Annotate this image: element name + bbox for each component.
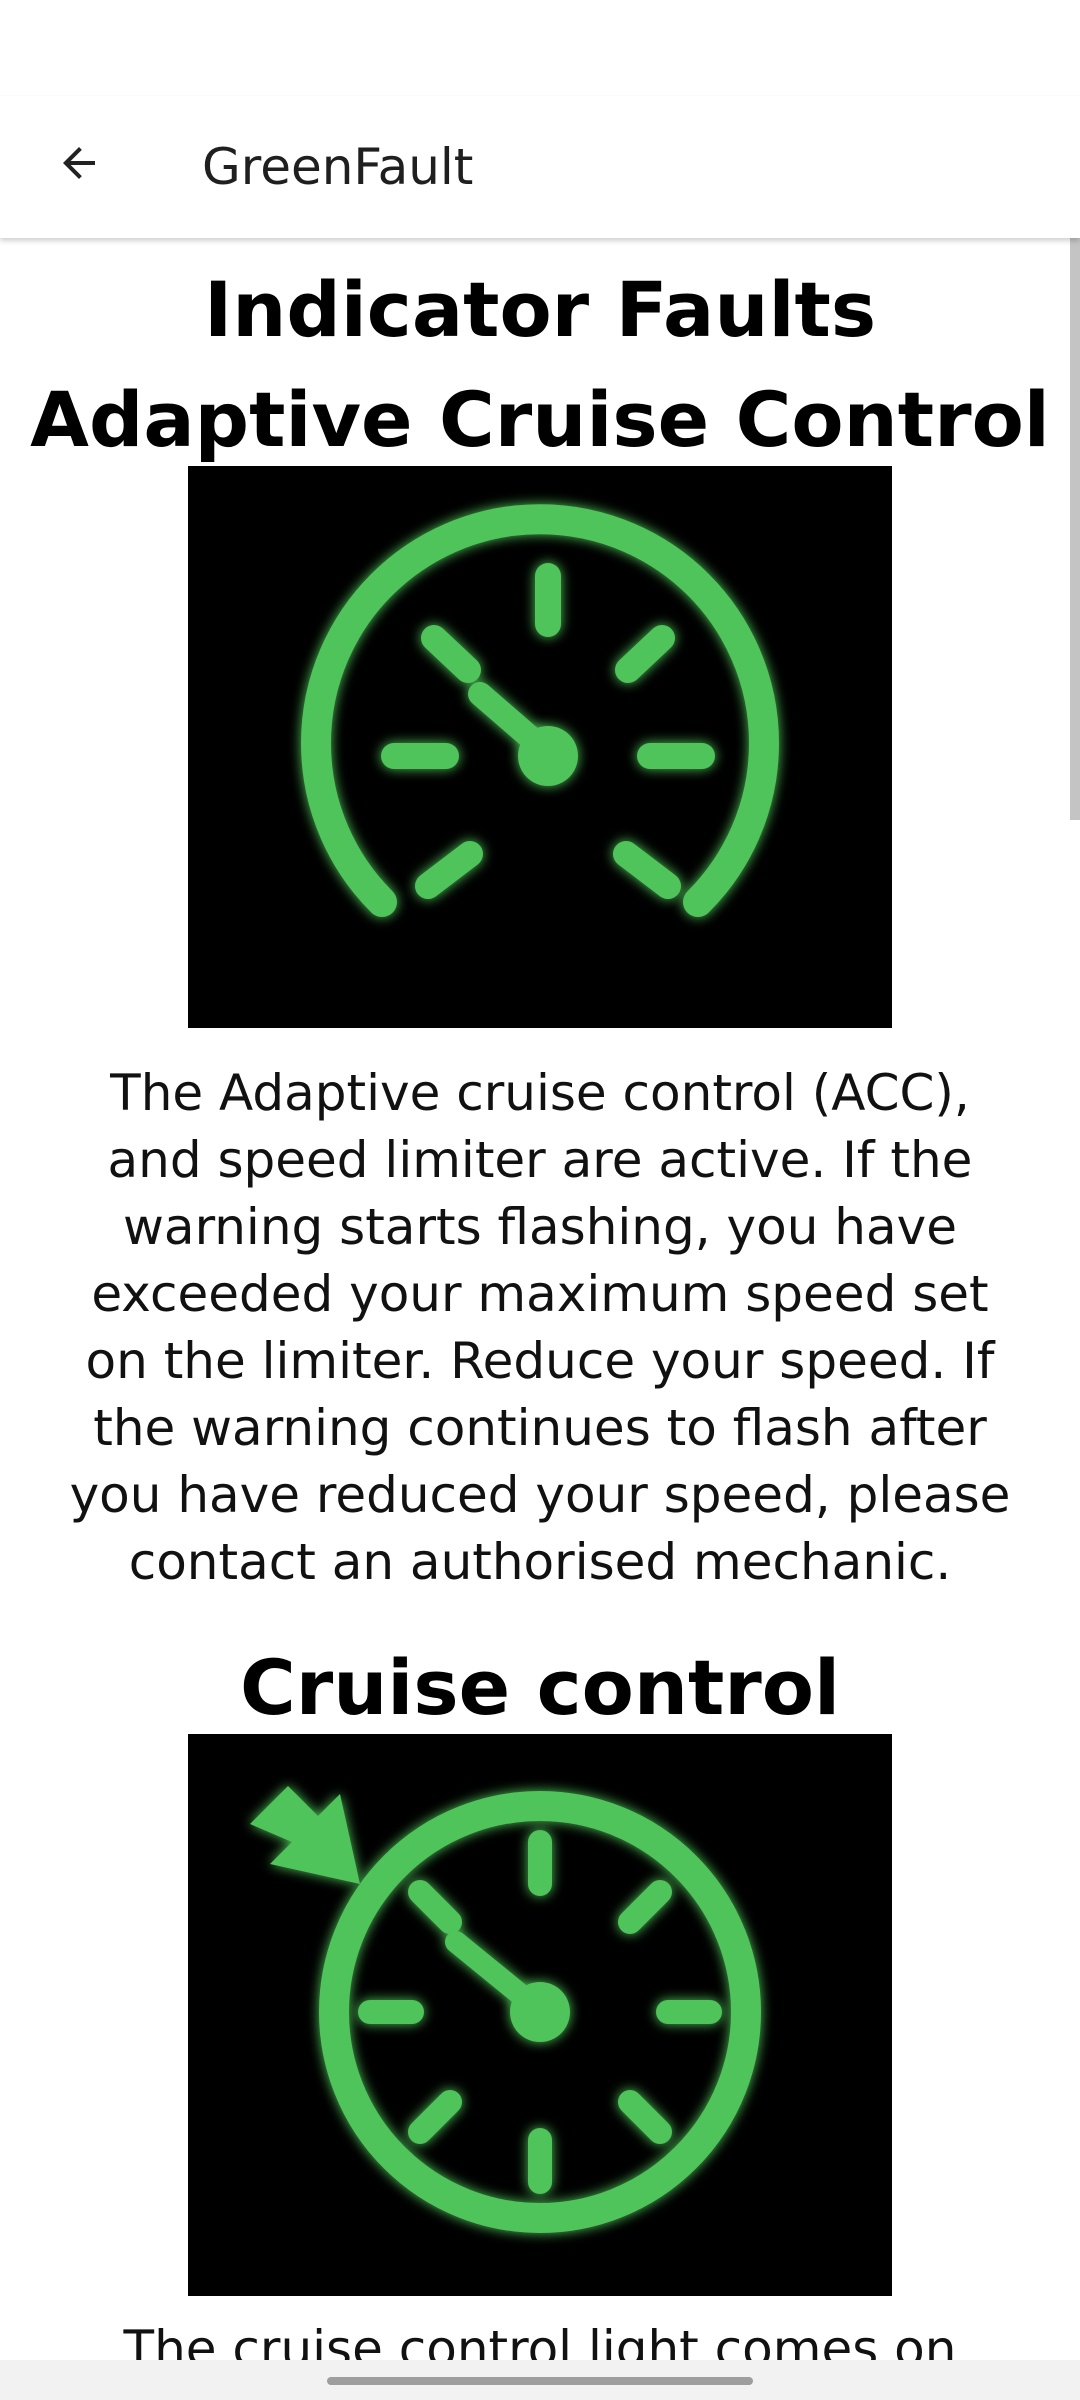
app-bar: GreenFault — [0, 96, 1080, 238]
cruise-control-image — [188, 1734, 892, 2296]
adaptive-cruise-control-image — [188, 466, 892, 1028]
section-heading-adaptive-cruise-control: Adaptive Cruise Control — [30, 375, 1050, 464]
cruise-control-warning-icon — [250, 1786, 761, 2233]
home-indicator[interactable] — [327, 2377, 753, 2385]
app-title: GreenFault — [202, 138, 474, 196]
back-button[interactable] — [38, 122, 120, 204]
section-heading-cruise-control: Cruise control — [239, 1643, 841, 1732]
arrow-left-icon — [63, 147, 95, 179]
page-title: Indicator Faults — [203, 265, 877, 354]
status-bar — [0, 0, 1080, 96]
adaptive-cruise-control-description: The Adaptive cruise control (ACC), and s… — [69, 1064, 1011, 1591]
content-scroll-area[interactable]: Indicator Faults Adaptive Cruise Control — [0, 238, 1080, 2400]
speedometer-warning-icon — [301, 504, 779, 917]
